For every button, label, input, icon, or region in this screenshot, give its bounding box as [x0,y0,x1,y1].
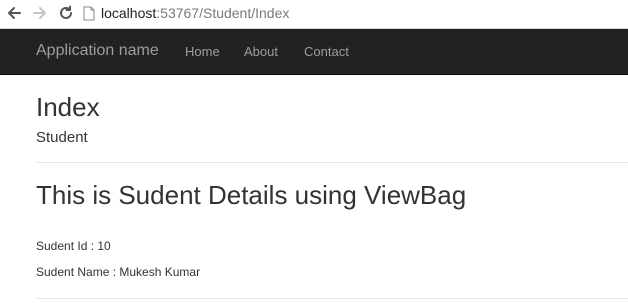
page-icon [83,5,97,21]
browser-toolbar: localhost:53767/Student/Index [0,0,628,29]
brand-link[interactable]: Application name [36,42,159,60]
url-path: :53767/Student/Index [156,5,290,21]
nav-link-about[interactable]: About [244,44,278,59]
back-arrow-icon[interactable] [4,3,24,23]
address-bar[interactable]: localhost:53767/Student/Index [83,2,623,24]
page-title: Index [36,92,100,122]
nav-link-home[interactable]: Home [185,44,220,59]
url-text: localhost:53767/Student/Index [101,5,289,21]
site-navbar: Application name Home About Contact [0,29,628,75]
divider [36,298,628,299]
divider [36,162,628,163]
nav-link-contact[interactable]: Contact [304,44,349,59]
section-heading: This is Sudent Details using ViewBag [36,180,467,210]
forward-arrow-icon[interactable] [30,3,50,23]
student-id-text: Sudent Id : 10 [36,239,111,253]
reload-icon[interactable] [56,3,76,23]
student-name-text: Sudent Name : Mukesh Kumar [36,265,201,279]
page-subtitle: Student [36,129,88,146]
url-host: localhost [101,5,157,21]
